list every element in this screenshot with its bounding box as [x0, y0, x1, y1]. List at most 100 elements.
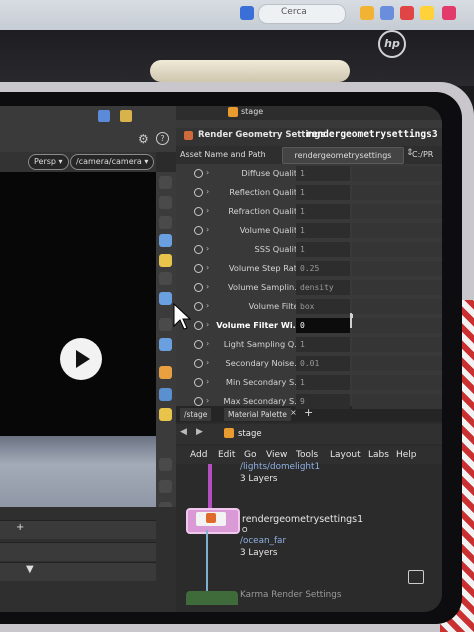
filter-icon[interactable]: ▼ — [26, 564, 34, 575]
keyframe-icon[interactable] — [194, 321, 203, 330]
parameter-slider-track[interactable] — [352, 204, 442, 219]
node-name-field[interactable]: rendergeometrysettings3 — [306, 129, 438, 140]
keyframe-icon[interactable] — [194, 264, 203, 273]
chevron-right-icon[interactable]: › — [206, 320, 209, 329]
parameter-row[interactable]: › Volume Quality 1 — [192, 221, 442, 240]
chevron-right-icon[interactable]: › — [206, 206, 209, 215]
parameter-row[interactable]: › Volume Step Rate 0.25 — [192, 259, 442, 278]
keyframe-icon[interactable] — [194, 359, 203, 368]
menu-add[interactable]: Add — [190, 450, 207, 460]
grid-tool-icon[interactable] — [159, 458, 172, 471]
ghost-tool-icon[interactable] — [159, 480, 172, 493]
parameter-value-field[interactable]: 1 — [296, 375, 350, 390]
camera-path-menu[interactable]: /camera/camera ▾ — [70, 154, 155, 170]
karma-render-settings-node[interactable] — [186, 591, 238, 605]
menu-help[interactable]: Help — [396, 450, 417, 460]
filter-row[interactable] — [0, 562, 156, 581]
taskbar-app-icon[interactable] — [442, 6, 456, 20]
menu-tools[interactable]: Tools — [296, 450, 318, 460]
display-tool-icon[interactable] — [159, 338, 172, 351]
parameter-value-field[interactable]: 9 — [296, 394, 350, 409]
parameter-row[interactable]: › Volume Filter Wi... 0 — [192, 316, 442, 335]
node-name-label[interactable]: rendergeometrysettings1 — [242, 514, 363, 525]
keyframe-icon[interactable] — [194, 397, 203, 406]
menu-edit[interactable]: Edit — [218, 450, 235, 460]
menu-labs[interactable]: Labs — [368, 450, 389, 460]
parameter-row[interactable]: › Volume Samplin... density — [192, 278, 442, 297]
parameter-value-field[interactable]: 0.01 — [296, 356, 350, 371]
keyframe-icon[interactable] — [194, 226, 203, 235]
chevron-right-icon[interactable]: › — [206, 168, 209, 177]
light-tool-icon[interactable] — [159, 254, 172, 267]
chevron-right-icon[interactable]: › — [206, 339, 209, 348]
camera-menu[interactable]: Persp ▾ — [28, 154, 69, 170]
help-icon[interactable]: ? — [156, 132, 169, 145]
parameter-row[interactable]: › Secondary Noise... 0.01 — [192, 354, 442, 373]
parameter-slider-track[interactable] — [352, 166, 442, 181]
parameter-slider-track[interactable] — [352, 375, 442, 390]
parameter-slider-track[interactable] — [352, 185, 442, 200]
chevron-right-icon[interactable]: › — [206, 377, 209, 386]
parameter-row[interactable]: › Refraction Quality 1 — [192, 202, 442, 221]
visibility-tool-icon[interactable] — [159, 318, 172, 331]
parameter-slider-track[interactable] — [352, 261, 442, 276]
chevron-right-icon[interactable]: › — [206, 358, 209, 367]
keyframe-icon[interactable] — [194, 169, 203, 178]
parameter-slider-track[interactable] — [352, 318, 442, 333]
parameter-value-field[interactable]: 1 — [296, 223, 350, 238]
parameter-context-label[interactable]: stage — [241, 107, 263, 116]
keyframe-icon[interactable] — [194, 207, 203, 216]
asset-name-select[interactable]: rendergeometrysettings — [282, 147, 404, 164]
frame-all-icon[interactable] — [408, 570, 424, 584]
keyframe-icon[interactable] — [194, 378, 203, 387]
parameter-value-field[interactable]: 1 — [296, 166, 350, 181]
viewer-light-icon[interactable] — [120, 110, 132, 122]
menu-view[interactable]: View — [266, 450, 287, 460]
texture-tool-icon[interactable] — [159, 366, 172, 379]
chevron-right-icon[interactable]: › — [206, 263, 209, 272]
parameter-value-field[interactable]: box — [296, 299, 350, 314]
forward-arrow-icon[interactable]: ▶ — [196, 427, 203, 437]
view-tool-icon[interactable] — [159, 272, 172, 285]
parameter-slider-track[interactable] — [352, 337, 442, 352]
keyframe-icon[interactable] — [194, 302, 203, 311]
shading-tool-icon[interactable] — [159, 388, 172, 401]
scene-graph-selector[interactable] — [0, 542, 156, 561]
keyframe-icon[interactable] — [194, 340, 203, 349]
parameter-value-field[interactable]: 0.25 — [296, 261, 350, 276]
chevron-right-icon[interactable]: › — [206, 301, 209, 310]
taskbar-app-icon[interactable] — [240, 6, 254, 20]
camera-tool-icon[interactable] — [159, 234, 172, 247]
parameter-row[interactable]: › Max Secondary S... 9 — [192, 392, 442, 411]
asset-path[interactable]: C:/PR — [412, 150, 433, 159]
parameter-value-field[interactable]: 1 — [296, 242, 350, 257]
taskbar-app-icon[interactable] — [380, 6, 394, 20]
add-tab-icon[interactable]: + — [16, 522, 24, 533]
parameter-value-field[interactable]: density — [296, 280, 350, 295]
menu-go[interactable]: Go — [244, 450, 256, 460]
keyframe-icon[interactable] — [194, 188, 203, 197]
parameter-row[interactable]: › Min Secondary S... 1 — [192, 373, 442, 392]
parameter-value-field[interactable]: 1 — [296, 204, 350, 219]
parameter-slider-track[interactable] — [352, 356, 442, 371]
chevron-right-icon[interactable]: › — [206, 225, 209, 234]
snap-tool-icon[interactable] — [159, 292, 172, 305]
taskbar-search[interactable]: Cerca — [258, 4, 346, 24]
viewer-display-icon[interactable] — [98, 110, 110, 122]
handle-tool-icon[interactable] — [159, 216, 172, 229]
parameter-row[interactable]: › Volume Filter box — [192, 297, 442, 316]
keyframe-icon[interactable] — [194, 283, 203, 292]
parameter-slider-track[interactable] — [352, 394, 442, 409]
parameter-row[interactable]: › Reflection Quality 1 — [192, 183, 442, 202]
taskbar-folder-icon[interactable] — [360, 6, 374, 20]
parameter-value-field[interactable]: 0 — [296, 318, 350, 333]
chevron-right-icon[interactable]: › — [206, 244, 209, 253]
select-tool-icon[interactable] — [159, 176, 172, 189]
parameter-slider-track[interactable] — [352, 280, 442, 295]
chevron-right-icon[interactable]: › — [206, 282, 209, 291]
parameter-value-field[interactable]: 1 — [296, 337, 350, 352]
parameter-slider-track[interactable] — [352, 299, 442, 314]
taskbar-browser-icon[interactable] — [400, 6, 414, 20]
parameter-slider-track[interactable] — [352, 223, 442, 238]
network-context-label[interactable]: stage — [238, 429, 262, 439]
